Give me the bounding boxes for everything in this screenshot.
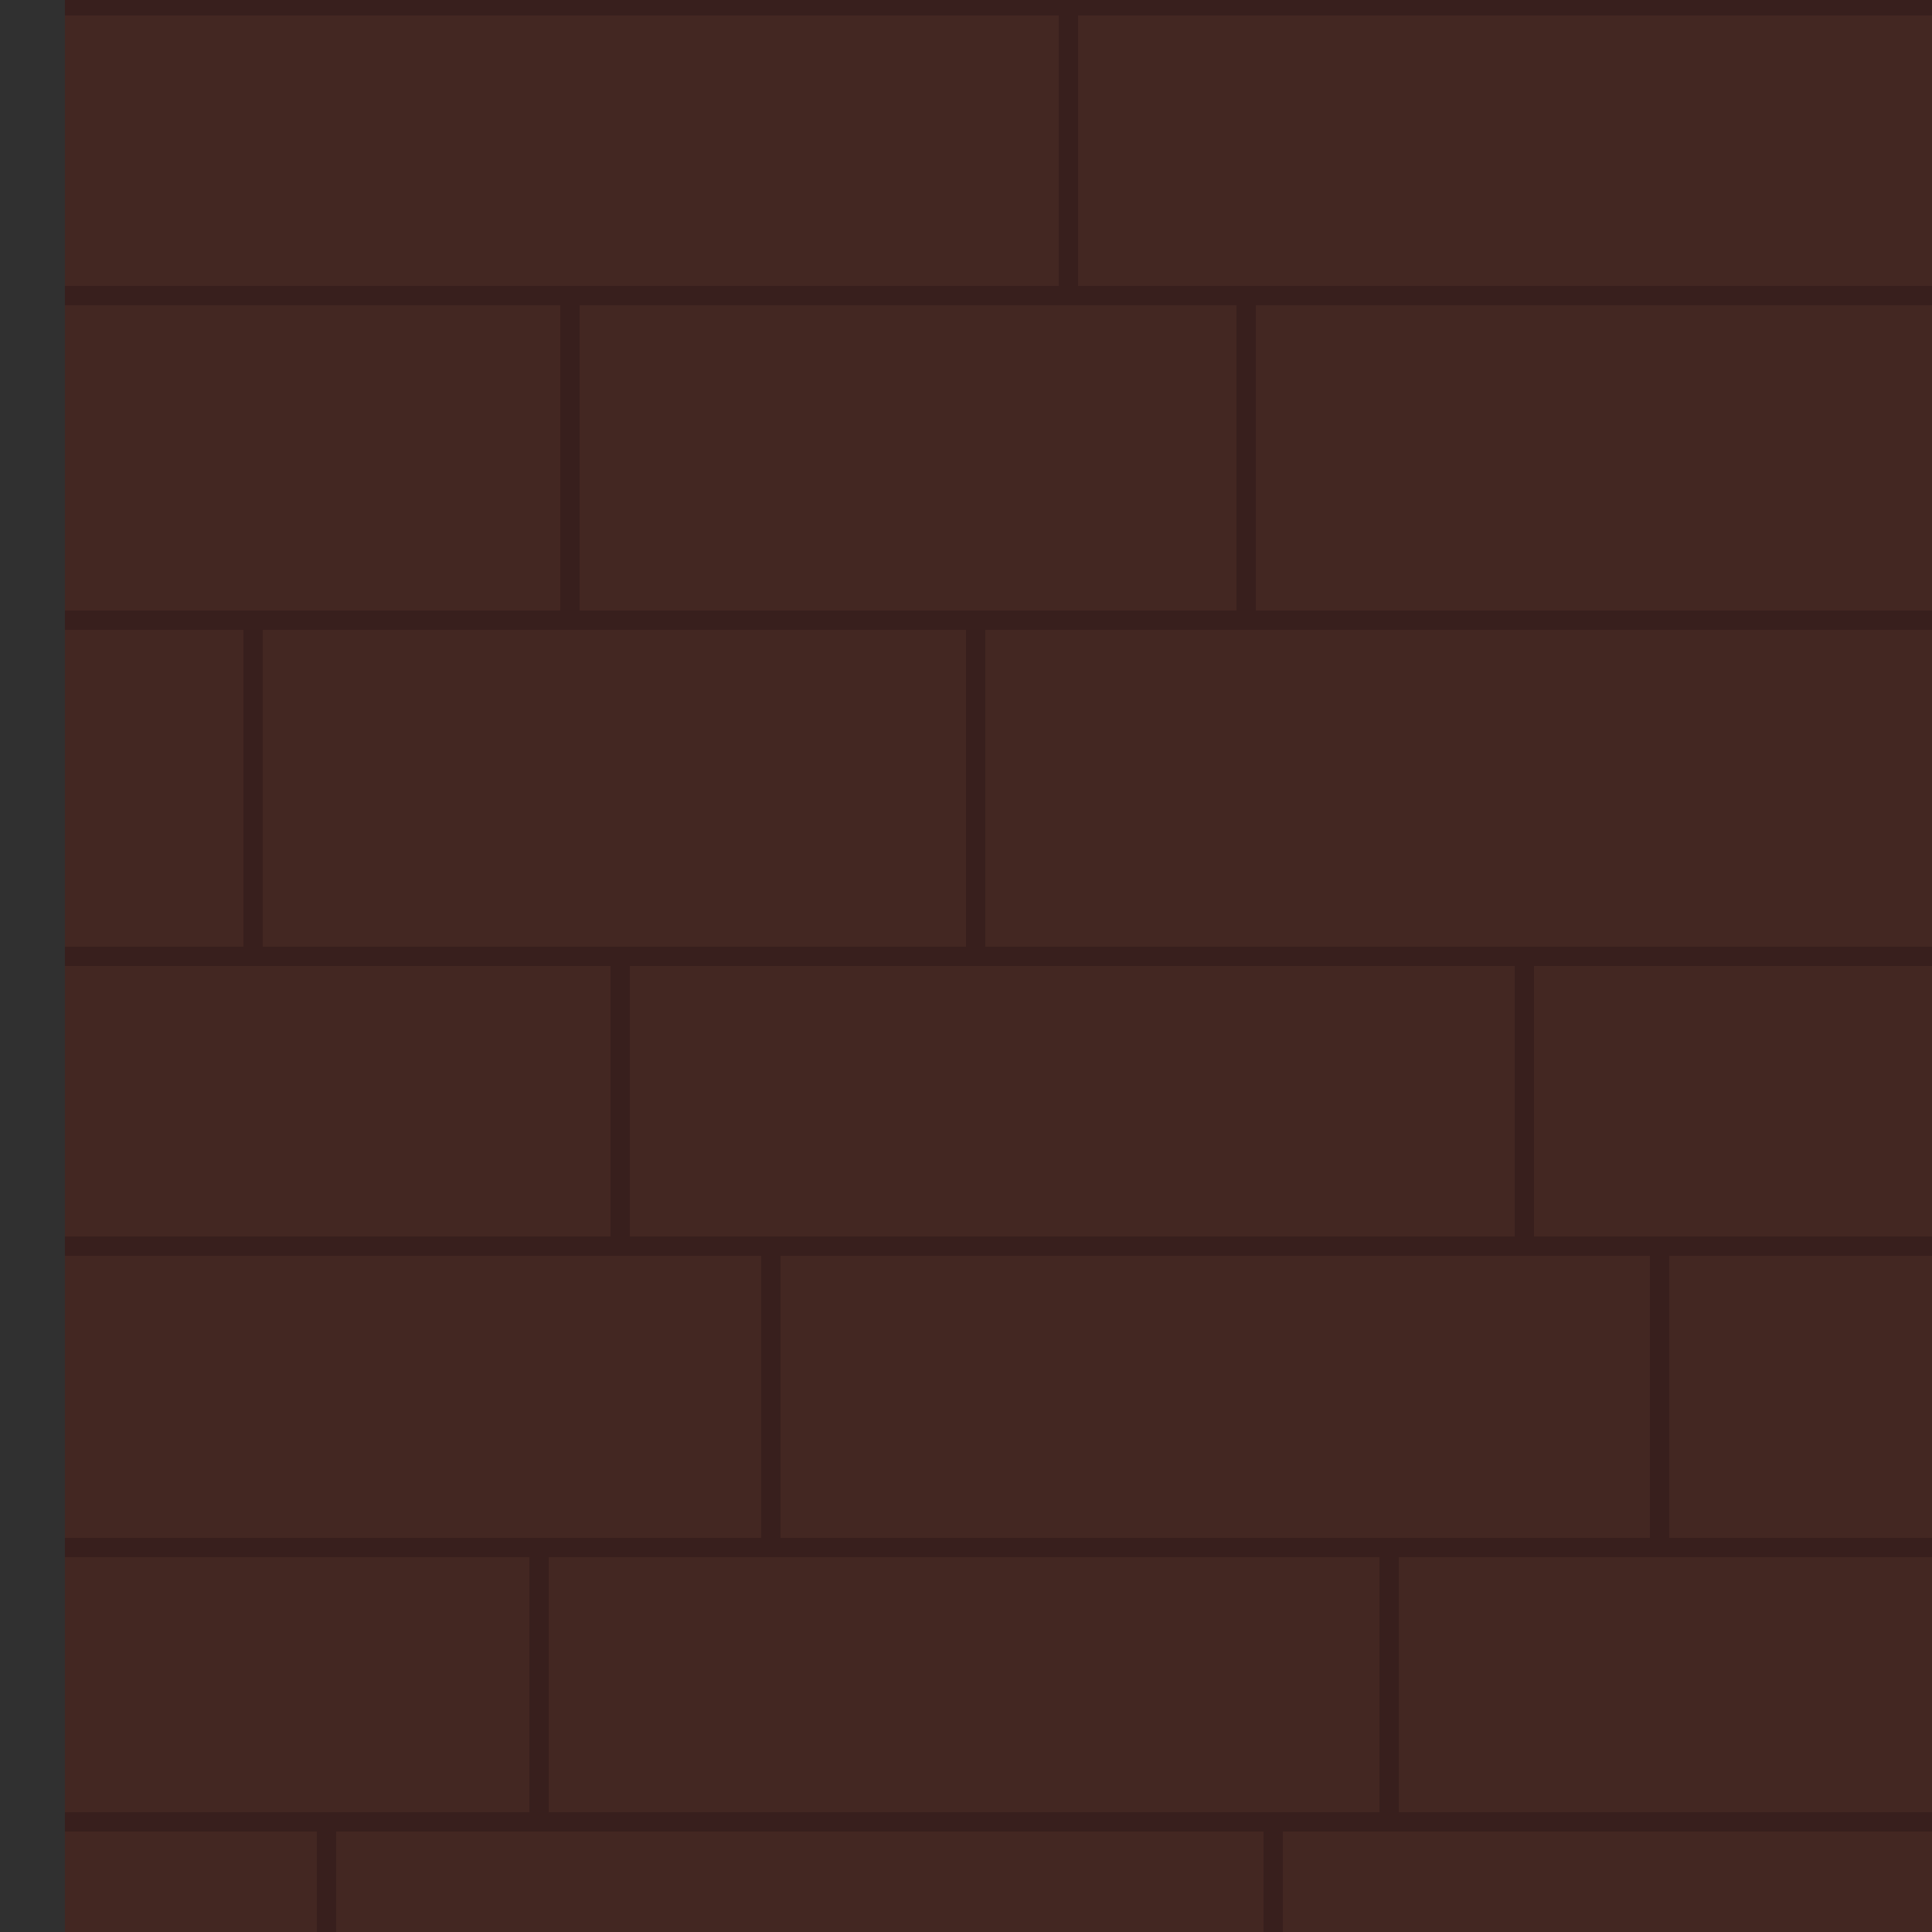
brick-tile bbox=[985, 630, 1932, 947]
brick-tile bbox=[549, 1557, 1379, 1812]
brick-tile bbox=[1534, 966, 1932, 1236]
brick-tile bbox=[630, 966, 1515, 1236]
brick-tile bbox=[65, 1832, 317, 1932]
brick-wall bbox=[65, 0, 1932, 1932]
brick-tile bbox=[1078, 15, 1932, 286]
brick-tile bbox=[1283, 1832, 1932, 1932]
brick-tile bbox=[263, 630, 966, 947]
brick-tile bbox=[580, 305, 1236, 611]
brick-tile bbox=[65, 1256, 761, 1538]
game-scene bbox=[0, 0, 1932, 1932]
brick-tile bbox=[781, 1256, 1650, 1538]
brick-tile bbox=[65, 966, 611, 1236]
brick-tile bbox=[1399, 1557, 1932, 1812]
left-edge-wall bbox=[0, 0, 65, 1932]
brick-tile bbox=[65, 1557, 529, 1812]
brick-tile bbox=[1256, 305, 1932, 611]
brick-tile bbox=[65, 630, 243, 947]
brick-tile bbox=[65, 305, 560, 611]
brick-tile bbox=[336, 1832, 1264, 1932]
brick-tile bbox=[65, 15, 1059, 286]
brick-tile bbox=[1669, 1256, 1932, 1538]
